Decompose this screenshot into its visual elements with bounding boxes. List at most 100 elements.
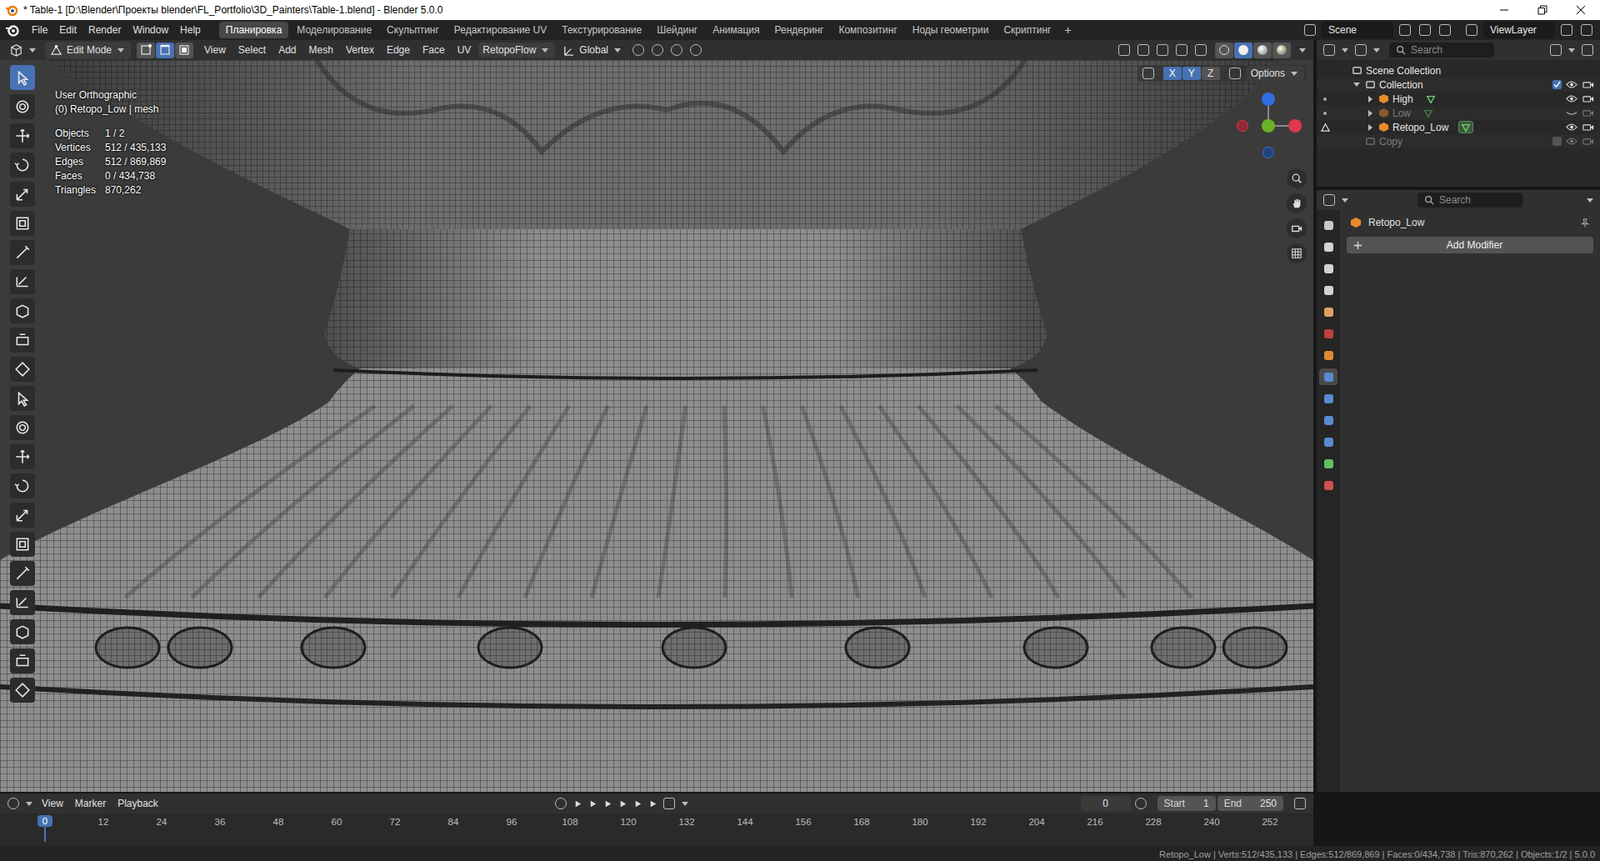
mode-dot-icon[interactable] — [1323, 97, 1327, 101]
render-toggle[interactable] — [1581, 136, 1595, 146]
delete-view-layer-icon[interactable] — [1580, 24, 1593, 36]
workspace-tab[interactable]: Планировка — [219, 21, 290, 39]
timeline-editor-icon[interactable] — [7, 797, 20, 810]
timeline-menu[interactable]: Marker — [70, 795, 111, 812]
menu-item[interactable]: File — [26, 21, 53, 39]
clock-icon[interactable] — [1135, 797, 1147, 810]
disclosure[interactable] — [1351, 82, 1362, 87]
snap-icon[interactable] — [632, 44, 645, 56]
shading-button[interactable] — [1234, 42, 1253, 59]
properties-tab[interactable] — [1319, 325, 1338, 342]
shading-button[interactable] — [1272, 42, 1291, 59]
tool-button[interactable] — [10, 210, 35, 236]
add-modifier-button[interactable]: Add Modifier — [1346, 236, 1594, 254]
tool-button[interactable] — [10, 123, 35, 149]
select-mode-button[interactable] — [175, 42, 194, 59]
visibility-toggle[interactable] — [1565, 136, 1579, 146]
proportional-icon[interactable] — [670, 44, 683, 56]
tool-button[interactable] — [10, 356, 35, 382]
start-frame-field[interactable]: Start1 — [1157, 795, 1216, 811]
workspace-tab[interactable]: Скульптинг — [380, 21, 446, 39]
tool-button[interactable] — [10, 560, 35, 586]
mode-dropdown[interactable]: Edit Mode — [45, 41, 131, 60]
addon-menu[interactable]: RetopoFlow — [478, 42, 555, 58]
add-workspace-button[interactable]: + — [1059, 21, 1076, 39]
prev-key-icon[interactable] — [585, 799, 600, 809]
tool-button[interactable] — [10, 444, 35, 470]
auto-merge-icon[interactable] — [1229, 67, 1241, 80]
tool-button[interactable] — [10, 590, 35, 615]
tool-button[interactable] — [10, 473, 35, 499]
select-mode-button[interactable] — [155, 42, 175, 59]
view-layer-field[interactable]: ViewLayer — [1483, 21, 1555, 39]
shading-options-icon[interactable] — [1299, 48, 1306, 53]
new-view-layer-icon[interactable] — [1560, 24, 1573, 36]
navigation-gizmo[interactable] — [1236, 81, 1304, 165]
close-button[interactable] — [1561, 0, 1600, 20]
properties-editor-icon[interactable] — [1323, 194, 1335, 206]
tool-button[interactable] — [10, 619, 35, 645]
zoom-button[interactable] — [1286, 168, 1307, 189]
blender-menu-icon[interactable] — [5, 22, 20, 38]
tool-button[interactable] — [10, 648, 35, 674]
tool-button[interactable] — [10, 94, 35, 120]
viewport-menu[interactable]: Face — [417, 41, 450, 59]
tool-button[interactable] — [10, 240, 35, 265]
tool-button[interactable] — [10, 677, 35, 703]
properties-tab[interactable] — [1319, 303, 1338, 320]
properties-tab[interactable] — [1319, 411, 1338, 429]
visibility-toggle[interactable] — [1565, 122, 1579, 132]
view-layer-icon[interactable] — [1465, 24, 1478, 36]
properties-tab[interactable] — [1319, 216, 1338, 234]
viewport-menu[interactable]: Add — [273, 41, 301, 59]
tool-button[interactable] — [10, 65, 35, 90]
timeline-menu[interactable]: Playback — [112, 795, 164, 812]
render-toggle[interactable] — [1581, 108, 1595, 118]
auto-keying-icon[interactable] — [555, 797, 567, 810]
menu-item[interactable]: Help — [175, 21, 206, 39]
workspace-tab[interactable]: Редактирование UV — [447, 21, 554, 39]
workspace-tab[interactable]: Текстурирование — [555, 21, 649, 39]
disclosure[interactable] — [1365, 95, 1375, 103]
pan-button[interactable] — [1286, 193, 1307, 214]
timeline-menu[interactable]: View — [36, 795, 69, 812]
mesh-data-icon[interactable] — [1420, 106, 1436, 120]
workspace-tab[interactable]: Анимация — [705, 21, 766, 39]
mirror-axis-toggle[interactable]: X — [1163, 66, 1182, 80]
scene-icon[interactable] — [1304, 24, 1316, 36]
properties-tab[interactable] — [1319, 433, 1338, 450]
mesh-overlay-icon[interactable] — [1175, 44, 1188, 56]
camera-view-button[interactable] — [1286, 218, 1307, 239]
visibility-toggle[interactable] — [1565, 80, 1579, 90]
falloff-icon[interactable] — [690, 44, 702, 56]
tool-button[interactable] — [10, 269, 35, 295]
mesh-data-icon[interactable] — [1458, 120, 1474, 134]
render-toggle[interactable] — [1581, 80, 1595, 90]
mesh-data-icon[interactable] — [1423, 92, 1439, 105]
properties-tab[interactable] — [1319, 455, 1338, 472]
viewport-menu[interactable]: Select — [233, 41, 271, 59]
exclude-checkbox[interactable] — [1552, 80, 1562, 90]
render-toggle[interactable] — [1581, 94, 1595, 104]
scene-field[interactable]: Scene — [1321, 21, 1394, 39]
gizmo-icon[interactable] — [1137, 44, 1150, 56]
edit-mode-icon[interactable] — [1320, 121, 1331, 133]
tool-button[interactable] — [10, 415, 35, 440]
properties-search[interactable]: Search — [1417, 192, 1523, 208]
filter-icon[interactable] — [1550, 44, 1562, 56]
mirror-axis-toggle[interactable]: Z — [1201, 66, 1220, 80]
new-scene-icon[interactable] — [1419, 24, 1431, 36]
properties-tab[interactable] — [1319, 476, 1338, 494]
gizmo-z-icon[interactable] — [1261, 92, 1275, 106]
tool-button[interactable] — [10, 385, 35, 411]
outliner-row[interactable]: High — [1316, 91, 1600, 106]
outliner-editor-icon[interactable] — [1323, 44, 1335, 56]
viewport-menu[interactable]: Vertex — [340, 41, 380, 59]
editor-type-dropdown[interactable] — [5, 41, 43, 60]
next-key-icon[interactable] — [630, 799, 645, 809]
keying-set-icon[interactable] — [663, 797, 675, 810]
outliner-row[interactable]: Low — [1316, 105, 1600, 120]
workspace-tab[interactable]: Скриптинг — [996, 21, 1058, 39]
jump-end-icon[interactable] — [645, 799, 660, 809]
new-collection-icon[interactable] — [1581, 44, 1594, 56]
